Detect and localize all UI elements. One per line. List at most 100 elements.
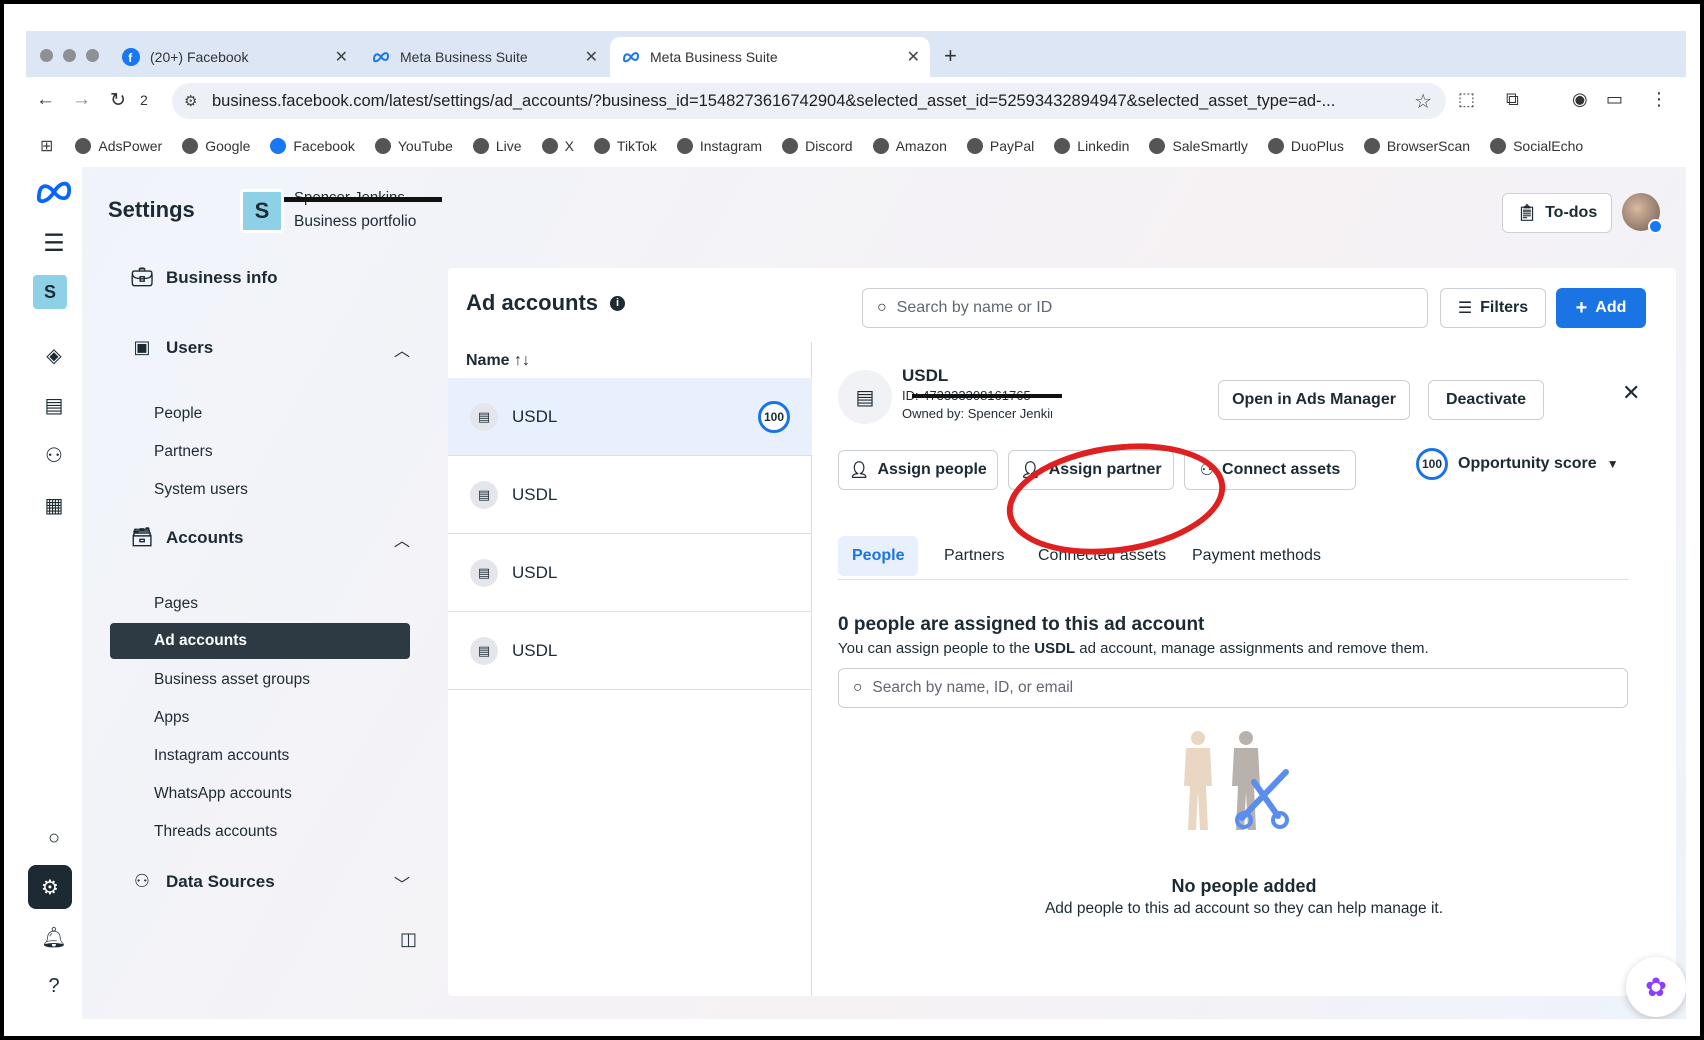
browser-tab-meta-2[interactable]: Meta Business Suite ✕ bbox=[610, 37, 930, 77]
list-item[interactable]: ▤ USDL bbox=[448, 534, 812, 612]
settings-gear-icon[interactable]: ⚙ bbox=[28, 865, 72, 909]
nav-business-info[interactable]: 💼︎ Business info bbox=[130, 267, 278, 288]
nav-item-partners[interactable]: Partners bbox=[154, 443, 213, 461]
minimize-window-dot[interactable] bbox=[63, 49, 76, 62]
bookmark-item[interactable]: SaleSmartly bbox=[1149, 138, 1248, 154]
billing-icon[interactable]: ▦ bbox=[26, 493, 82, 518]
info-icon[interactable]: i bbox=[610, 295, 626, 311]
tab-search-icon[interactable]: ⧉ bbox=[1506, 89, 1519, 110]
empty-state-illustration bbox=[1168, 726, 1298, 836]
ad-account-icon: ▤ bbox=[470, 402, 498, 431]
redaction-mark bbox=[912, 394, 1062, 398]
search-icon[interactable]: ○ bbox=[26, 827, 82, 850]
notifications-bell-icon[interactable]: 🔔︎ bbox=[26, 925, 82, 950]
apps-grid-icon[interactable]: ⊞ bbox=[40, 136, 53, 156]
bookmark-item[interactable]: Live bbox=[472, 138, 522, 154]
nav-item-ad-accounts[interactable]: Ad accounts bbox=[110, 623, 410, 659]
bookmark-item[interactable]: PayPal bbox=[966, 138, 1034, 154]
help-icon[interactable]: ? bbox=[26, 975, 82, 998]
assistant-fab-icon[interactable]: ✿ bbox=[1626, 957, 1686, 1017]
new-tab-icon[interactable]: + bbox=[944, 43, 957, 69]
extensions-icon[interactable]: ⬚ bbox=[1458, 89, 1475, 110]
chevron-down-icon[interactable]: ﹀ bbox=[394, 871, 410, 895]
tab-partners[interactable]: Partners bbox=[930, 536, 1018, 576]
nav-item-people[interactable]: People bbox=[154, 405, 202, 423]
filters-button[interactable]: ☰ Filters bbox=[1440, 288, 1546, 328]
nav-item-pages[interactable]: Pages bbox=[154, 595, 198, 613]
bookmark-item[interactable]: YouTube bbox=[374, 138, 453, 154]
search-input[interactable]: ○ Search by name or ID bbox=[862, 288, 1428, 328]
tab-payment-methods[interactable]: Payment methods bbox=[1178, 536, 1335, 576]
add-button[interactable]: + Add bbox=[1556, 288, 1646, 328]
content-icon[interactable]: ▤ bbox=[26, 393, 82, 418]
nav-item-business-asset-groups[interactable]: Business asset groups bbox=[154, 671, 310, 689]
nav-item-whatsapp-accounts[interactable]: WhatsApp accounts bbox=[154, 785, 292, 803]
browser-tab-meta-1[interactable]: Meta Business Suite ✕ bbox=[360, 37, 608, 77]
person-add-icon: 👤︎ bbox=[849, 462, 870, 479]
assign-people-button[interactable]: 👤︎ Assign people bbox=[838, 450, 998, 490]
bookmark-item[interactable]: X bbox=[541, 138, 574, 154]
opportunity-score-dropdown[interactable]: 100 Opportunity score ▼ bbox=[1416, 448, 1619, 480]
toolbar: ← → ↻ 2 ⚙ business.facebook.com/latest/s… bbox=[26, 77, 1686, 125]
bookmark-item[interactable]: Google bbox=[182, 138, 250, 154]
forward-icon[interactable]: → bbox=[72, 89, 91, 111]
camera-icon[interactable]: ▭ bbox=[1606, 89, 1623, 110]
bookmark-item[interactable]: DuoPlus bbox=[1267, 138, 1344, 154]
nav-item-system-users[interactable]: System users bbox=[154, 481, 248, 499]
portfolio-avatar[interactable]: S bbox=[240, 189, 284, 233]
back-icon[interactable]: ← bbox=[36, 89, 55, 111]
clipboard-icon: 📋︎ bbox=[1516, 205, 1538, 222]
bookmark-item[interactable]: Instagram bbox=[676, 138, 762, 154]
browser-tab-facebook[interactable]: f (20+) Facebook ✕ bbox=[110, 37, 358, 77]
opportunity-score-badge: 100 bbox=[1416, 448, 1448, 480]
bookmark-item[interactable]: AdsPower bbox=[75, 138, 162, 154]
nav-item-apps[interactable]: Apps bbox=[154, 709, 189, 727]
zoom-window-dot[interactable] bbox=[86, 49, 99, 62]
compass-icon[interactable]: ◈ bbox=[26, 343, 82, 368]
tab-people[interactable]: People bbox=[838, 536, 919, 576]
bookmark-star-icon[interactable]: ☆ bbox=[1414, 89, 1432, 114]
hamburger-menu-icon[interactable]: ☰ bbox=[26, 229, 82, 258]
reload-icon[interactable]: ↻ bbox=[110, 89, 126, 112]
bookmark-item[interactable]: TikTok bbox=[593, 138, 657, 154]
sort-by-name-header[interactable]: Name ↑↓ bbox=[466, 352, 530, 370]
nav-item-instagram-accounts[interactable]: Instagram accounts bbox=[154, 747, 289, 765]
people-network-icon[interactable]: ⚇ bbox=[26, 443, 82, 468]
menu-kebab-icon[interactable]: ⋮ bbox=[1650, 89, 1668, 110]
url-text[interactable]: business.facebook.com/latest/settings/ad… bbox=[212, 92, 1335, 111]
portfolio-switcher[interactable]: S bbox=[33, 275, 67, 309]
list-item[interactable]: ▤ USDL bbox=[448, 456, 812, 534]
nav-accounts[interactable]: 🗃︎ Accounts bbox=[130, 527, 244, 548]
nav-users[interactable]: ▣ Users bbox=[130, 337, 213, 358]
chevron-up-icon[interactable]: ︿ bbox=[394, 527, 410, 551]
chevron-up-icon[interactable]: ︿ bbox=[394, 337, 410, 361]
close-icon[interactable]: ✕ bbox=[1622, 380, 1640, 406]
bookmark-item[interactable]: Facebook bbox=[270, 138, 355, 154]
address-bar[interactable]: ⚙ business.facebook.com/latest/settings/… bbox=[172, 83, 1446, 119]
close-icon[interactable]: ✕ bbox=[335, 47, 348, 67]
meta-logo-icon[interactable] bbox=[26, 179, 82, 205]
list-item[interactable]: ▤ USDL bbox=[448, 612, 812, 690]
close-icon[interactable]: ✕ bbox=[585, 47, 598, 67]
user-avatar[interactable] bbox=[1622, 193, 1663, 234]
window-controls[interactable] bbox=[40, 49, 99, 62]
bookmark-item[interactable]: Linkedin bbox=[1054, 138, 1129, 154]
bookmark-item[interactable]: SocialEcho bbox=[1490, 138, 1583, 154]
globe-icon bbox=[676, 138, 693, 154]
globe-icon bbox=[1363, 138, 1380, 154]
nav-data-sources[interactable]: ⚇ Data Sources bbox=[130, 871, 275, 892]
profile-icon[interactable]: ◉ bbox=[1572, 89, 1588, 110]
collapse-sidebar-icon[interactable]: ◫ bbox=[400, 929, 417, 950]
bookmark-item[interactable]: Amazon bbox=[872, 138, 947, 154]
close-window-dot[interactable] bbox=[40, 49, 53, 62]
bookmark-item[interactable]: Discord bbox=[782, 138, 853, 154]
list-item[interactable]: ▤ USDL 100 bbox=[448, 378, 812, 456]
people-search-input[interactable]: ○ Search by name, ID, or email bbox=[838, 668, 1628, 708]
bookmark-item[interactable]: BrowserScan bbox=[1363, 138, 1470, 154]
site-info-icon[interactable]: ⚙ bbox=[184, 92, 197, 110]
todos-button[interactable]: 📋︎ To-dos bbox=[1502, 193, 1612, 233]
close-icon[interactable]: ✕ bbox=[907, 47, 920, 67]
deactivate-button[interactable]: Deactivate bbox=[1428, 380, 1544, 420]
open-ads-manager-button[interactable]: Open in Ads Manager bbox=[1218, 380, 1410, 420]
nav-item-threads-accounts[interactable]: Threads accounts bbox=[154, 823, 277, 841]
